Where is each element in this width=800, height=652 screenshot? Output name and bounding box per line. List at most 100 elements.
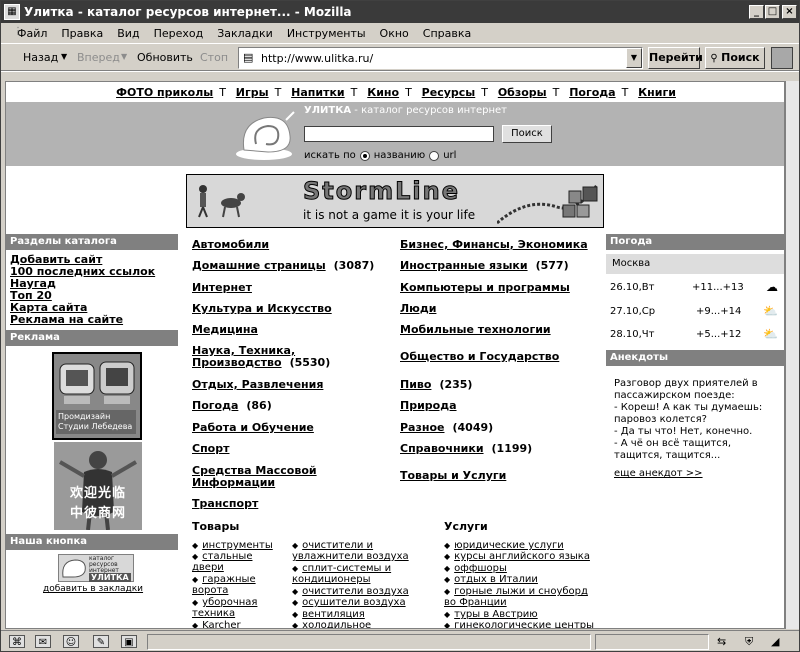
snail-logo[interactable]	[234, 110, 298, 162]
topnav-link-photo[interactable]: ФОТО приколы	[116, 86, 213, 99]
url-field[interactable]: ▤ http://www.ulitka.ru/ ▼	[238, 47, 643, 69]
category-link[interactable]: Интернет	[192, 281, 252, 294]
menu-bookmarks[interactable]: Закладки	[217, 27, 273, 40]
topnav-link-reviews[interactable]: Обзоры	[498, 86, 547, 99]
link-advertising[interactable]: Реклама на сайте	[10, 314, 123, 326]
goods-link[interactable]: гаражные	[202, 574, 255, 585]
menu-go[interactable]: Переход	[154, 27, 204, 40]
category-link[interactable]: Бизнес, Финансы, Экономика	[400, 238, 588, 251]
stop-button[interactable]: Стоп	[200, 51, 228, 64]
category-link[interactable]: Культура и Искусство	[192, 302, 332, 315]
category-link[interactable]: Производство	[192, 356, 282, 369]
web-page: ФОТО приколы Т Игры Т Напитки Т Кино Т Ресур…	[5, 81, 785, 629]
goods-link[interactable]: холодильное	[302, 620, 371, 628]
goods-link[interactable]: уборочная	[202, 597, 257, 608]
goods-link[interactable]: техника	[192, 608, 235, 619]
search-button[interactable]: ⚲ Поиск	[705, 47, 765, 69]
topnav-link-games[interactable]: Игры	[236, 86, 269, 99]
category-link[interactable]: Справочники	[400, 442, 484, 455]
category-link[interactable]: Транспорт	[192, 497, 258, 510]
topnav-link-weather[interactable]: Погода	[569, 86, 615, 99]
goods-link[interactable]: Karcher	[202, 620, 241, 628]
menu-view[interactable]: Вид	[117, 27, 139, 40]
close-button[interactable]: ×	[782, 5, 797, 19]
vertical-scrollbar[interactable]	[785, 81, 799, 629]
chat-icon[interactable]: ☺	[63, 635, 79, 648]
composer-icon[interactable]: ✎	[93, 635, 109, 648]
goods-link[interactable]: очистители и	[302, 540, 373, 551]
goods-link[interactable]: двери	[192, 562, 224, 573]
navigator-icon[interactable]: ⌘	[9, 635, 25, 648]
category-link[interactable]: Природа	[400, 399, 457, 412]
category-link[interactable]: Спорт	[192, 442, 229, 455]
goods-link[interactable]: ворота	[192, 585, 228, 596]
reload-button[interactable]: Обновить	[137, 51, 193, 64]
category-link[interactable]: Информации	[192, 476, 275, 489]
goods-item: ◆ уборочная	[192, 597, 258, 608]
topnav-link-books[interactable]: Книги	[638, 86, 676, 99]
category-link[interactable]: Мобильные технологии	[400, 323, 551, 336]
maximize-button[interactable]: □	[765, 5, 780, 19]
service-link[interactable]: гинекологические центры	[454, 620, 594, 628]
topnav-link-drinks[interactable]: Напитки	[291, 86, 345, 99]
menu-help[interactable]: Справка	[423, 27, 471, 40]
goods-link[interactable]: очистители воздуха	[302, 586, 409, 597]
goods-link[interactable]: осушители воздуха	[302, 597, 405, 608]
sections-heading: Разделы каталога	[6, 234, 178, 250]
url-dropdown-icon[interactable]: ▼	[626, 48, 642, 68]
category-link[interactable]: Люди	[400, 302, 436, 315]
ad-lebedev-banner[interactable]: Промдизайн Студии Лебедева	[52, 352, 142, 440]
online-status-icon[interactable]: ⇆	[717, 635, 726, 648]
more-jokes-link[interactable]: еще анекдот >>	[614, 468, 703, 479]
menu-window[interactable]: Окно	[380, 27, 409, 40]
radio-by-url[interactable]	[429, 150, 440, 161]
service-link[interactable]: оффшоры	[454, 563, 507, 574]
weather-temp: +9...+14	[696, 306, 742, 317]
ad-chinese-banner[interactable]: 欢迎光临 中彼商网	[54, 442, 142, 530]
category-link[interactable]: Домашние страницы	[192, 259, 326, 272]
add-bookmark-link[interactable]: добавить в закладки	[43, 584, 143, 594]
forward-button[interactable]: Вперед	[77, 51, 120, 64]
service-link[interactable]: курсы английского языка	[454, 551, 590, 562]
menu-edit[interactable]: Правка	[61, 27, 103, 40]
radio-by-name[interactable]	[359, 150, 370, 161]
back-button[interactable]: Назад	[23, 51, 58, 64]
category-link[interactable]: Пиво	[400, 378, 431, 391]
service-link[interactable]: туры в Австрию	[454, 609, 538, 620]
site-search-button[interactable]: Поиск	[502, 125, 552, 143]
goods-link[interactable]: вентиляция	[302, 609, 365, 620]
topnav-link-resources[interactable]: Ресурсы	[422, 86, 476, 99]
goods-link[interactable]: инструменты	[202, 540, 273, 551]
forward-dropdown-icon[interactable]: ▼	[121, 52, 127, 61]
service-link[interactable]: горные лыжи и сноуборд	[454, 586, 588, 597]
goods-link[interactable]: кондиционеры	[292, 574, 370, 585]
goods-link[interactable]: увлажнители воздуха	[292, 551, 409, 562]
back-dropdown-icon[interactable]: ▼	[61, 52, 67, 61]
mail-icon[interactable]: ✉	[35, 635, 51, 648]
category-link[interactable]: Медицина	[192, 323, 258, 336]
category-link[interactable]: Разное	[400, 421, 445, 434]
category-link[interactable]: Автомобили	[192, 238, 269, 251]
ulitka-button-image[interactable]: каталог ресурсов интернет УЛИТКА	[58, 554, 134, 582]
category-link[interactable]: Иностранные языки	[400, 259, 528, 272]
service-link[interactable]: отдых в Италии	[454, 574, 538, 585]
menu-tools[interactable]: Инструменты	[287, 27, 366, 40]
category-link[interactable]: Погода	[192, 399, 238, 412]
goods-link[interactable]: сплит-системы и	[302, 563, 391, 574]
category-link[interactable]: Товары и Услуги	[400, 469, 506, 482]
category-link[interactable]: Работа и Обучение	[192, 421, 314, 434]
minimize-button[interactable]: _	[749, 5, 764, 19]
site-search-input[interactable]	[304, 126, 494, 142]
address-book-icon[interactable]: ▣	[121, 635, 137, 648]
go-button[interactable]: Перейти	[648, 47, 703, 69]
topnav-link-cinema[interactable]: Кино	[367, 86, 399, 99]
category-link[interactable]: Компьютеры и программы	[400, 281, 570, 294]
goods-link[interactable]: стальные	[202, 551, 252, 562]
stormline-banner[interactable]: StormLine it is not a game it is your li…	[186, 174, 604, 228]
category-link[interactable]: Общество и Государство	[400, 350, 559, 363]
service-link[interactable]: юридические услуги	[454, 540, 564, 551]
service-link[interactable]: во Франции	[444, 597, 507, 608]
security-icon[interactable]: ⛨	[745, 635, 753, 649]
radio-by-name-label: названию	[373, 150, 426, 161]
category-link[interactable]: Отдых, Развлечения	[192, 378, 323, 391]
